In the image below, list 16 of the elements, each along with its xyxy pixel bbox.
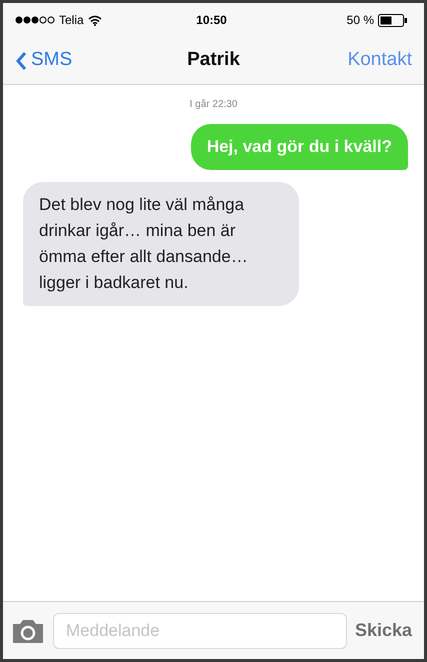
wifi-icon [88, 14, 102, 26]
message-field[interactable]: Meddelande [53, 612, 347, 648]
sent-message-bubble: Hej, vad gör du i kväll? [190, 124, 408, 170]
received-message-bubble: Det blev nog lite väl många drinkar igår… mina ben är ömma efter allt dansande… ligger i badkaret nu. [23, 182, 299, 306]
carrier-name: Telia [59, 12, 84, 29]
battery-percent: 50 % [346, 12, 374, 29]
camera-icon[interactable] [11, 618, 45, 644]
contact-name: Patrik [187, 48, 240, 72]
clock-time: 10:50 [196, 12, 227, 29]
contact-button[interactable]: Kontakt [348, 46, 412, 75]
chevron-left-icon [15, 50, 27, 70]
message-timestamp: I går 22:30 [190, 98, 238, 112]
back-button[interactable]: SMS [15, 46, 188, 75]
battery-icon [378, 14, 408, 26]
send-button[interactable]: Skicka [354, 617, 416, 644]
signal-icon [15, 16, 55, 24]
